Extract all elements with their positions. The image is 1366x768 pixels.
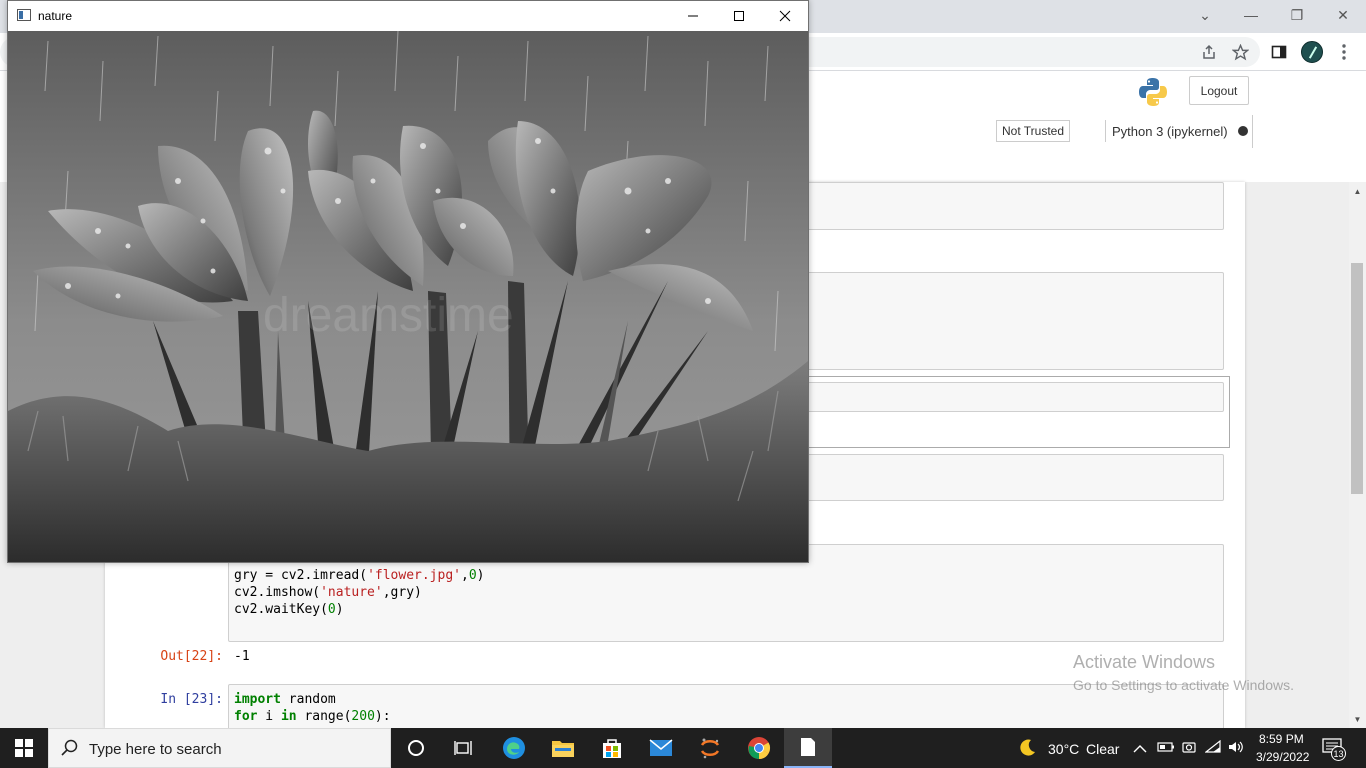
maximize-button[interactable] bbox=[716, 1, 762, 31]
close-button[interactable] bbox=[762, 1, 808, 31]
side-panel-icon[interactable] bbox=[1268, 41, 1290, 63]
cortana-button[interactable] bbox=[392, 728, 440, 768]
tab-search-icon[interactable]: ⌄ bbox=[1182, 0, 1228, 30]
search-placeholder: Type here to search bbox=[89, 741, 222, 758]
camera-icon[interactable] bbox=[1182, 740, 1196, 759]
cortana-circle-icon bbox=[408, 740, 424, 756]
taskbar-image-viewer[interactable] bbox=[784, 728, 832, 768]
share-icon[interactable] bbox=[1198, 41, 1220, 63]
minimize-icon: — bbox=[1244, 7, 1258, 23]
notification-count-badge: 13 bbox=[1331, 746, 1346, 761]
wifi-icon[interactable] bbox=[1204, 739, 1221, 759]
browser-close-button[interactable]: ✕ bbox=[1320, 0, 1366, 30]
window-titlebar[interactable]: nature bbox=[8, 1, 808, 31]
input-prompt: In [23]: bbox=[160, 692, 223, 707]
taskbar-store[interactable] bbox=[588, 728, 636, 768]
jupyter-icon bbox=[700, 738, 720, 759]
weather-moon-icon[interactable] bbox=[1017, 738, 1037, 763]
bookmark-star-icon[interactable] bbox=[1229, 41, 1251, 63]
notification-center-button[interactable]: 13 bbox=[1322, 738, 1348, 761]
edge-icon bbox=[503, 737, 525, 759]
chrome-icon bbox=[748, 737, 770, 759]
taskbar-search-box[interactable]: Type here to search bbox=[48, 728, 391, 768]
scroll-up-icon[interactable]: ▲ bbox=[1349, 183, 1366, 199]
toolbar-divider bbox=[1252, 115, 1253, 148]
weather-condition[interactable]: Clear bbox=[1086, 741, 1119, 757]
kernel-indicator[interactable]: Python 3 (ipykernel) bbox=[1105, 120, 1248, 142]
tab-search-glyph: ⌄ bbox=[1199, 6, 1211, 23]
task-view-button[interactable] bbox=[440, 728, 488, 768]
opencv-image-window[interactable]: nature dreamstime bbox=[7, 0, 809, 563]
scroll-down-icon[interactable]: ▼ bbox=[1349, 711, 1366, 727]
code-line: cv2.imshow('nature',gry) bbox=[234, 585, 422, 600]
taskbar-edge[interactable] bbox=[490, 728, 538, 768]
scrollbar-thumb[interactable] bbox=[1351, 263, 1363, 494]
taskbar-chrome[interactable] bbox=[735, 728, 783, 768]
kernel-status-icon bbox=[1237, 126, 1248, 136]
image-watermark: dreamstime bbox=[263, 289, 514, 342]
browser-menu-icon[interactable] bbox=[1333, 41, 1355, 63]
start-button[interactable] bbox=[0, 728, 48, 768]
close-icon bbox=[779, 10, 791, 22]
volume-icon[interactable] bbox=[1228, 740, 1244, 759]
code-line: cv2.waitKey(0) bbox=[234, 602, 344, 617]
windows-taskbar: Type here to search 30°C Clear 8:59 PM 3… bbox=[0, 728, 1366, 768]
code-line: gry = cv2.imread('flower.jpg',0) bbox=[234, 568, 485, 583]
folder-icon bbox=[552, 741, 574, 757]
window-app-icon bbox=[17, 9, 31, 21]
maximize-icon bbox=[734, 11, 744, 21]
taskbar-file-explorer[interactable] bbox=[539, 728, 587, 768]
taskbar-jupyter[interactable] bbox=[686, 728, 734, 768]
window-title: nature bbox=[38, 9, 73, 23]
search-icon bbox=[61, 739, 78, 756]
logout-button[interactable]: Logout bbox=[1189, 76, 1249, 105]
grayscale-flower-image: dreamstime bbox=[8, 31, 808, 562]
mail-icon bbox=[649, 739, 673, 756]
battery-icon[interactable] bbox=[1157, 740, 1175, 759]
document-icon bbox=[801, 738, 815, 756]
activate-windows-subtitle: Go to Settings to activate Windows. bbox=[1073, 677, 1294, 693]
restore-icon: ❐ bbox=[1290, 6, 1304, 23]
clock-time[interactable]: 8:59 PM bbox=[1259, 732, 1304, 746]
code-line: import random bbox=[234, 692, 336, 707]
windows-logo-icon bbox=[15, 739, 33, 757]
browser-minimize-button[interactable]: — bbox=[1228, 0, 1274, 30]
minimize-icon bbox=[688, 15, 698, 17]
browser-restore-button[interactable]: ❐ bbox=[1274, 0, 1320, 30]
output-prompt: Out[22]: bbox=[160, 649, 223, 664]
close-icon: ✕ bbox=[1337, 6, 1349, 23]
cell-output: -1 bbox=[234, 649, 250, 664]
profile-avatar[interactable] bbox=[1301, 41, 1323, 63]
clock-date[interactable]: 3/29/2022 bbox=[1256, 750, 1309, 764]
task-view-icon bbox=[454, 741, 472, 755]
show-hidden-icons-icon[interactable] bbox=[1133, 741, 1147, 759]
taskbar-mail[interactable] bbox=[637, 728, 685, 768]
python-logo-icon bbox=[1139, 78, 1167, 106]
weather-temperature[interactable]: 30°C bbox=[1048, 741, 1079, 757]
kernel-name: Python 3 (ipykernel) bbox=[1112, 123, 1228, 139]
code-line: for i in range(200): bbox=[234, 709, 391, 724]
store-icon bbox=[603, 739, 621, 758]
minimize-button[interactable] bbox=[670, 1, 716, 31]
activate-windows-title: Activate Windows bbox=[1073, 652, 1216, 672]
trust-status-button[interactable]: Not Trusted bbox=[996, 120, 1070, 142]
